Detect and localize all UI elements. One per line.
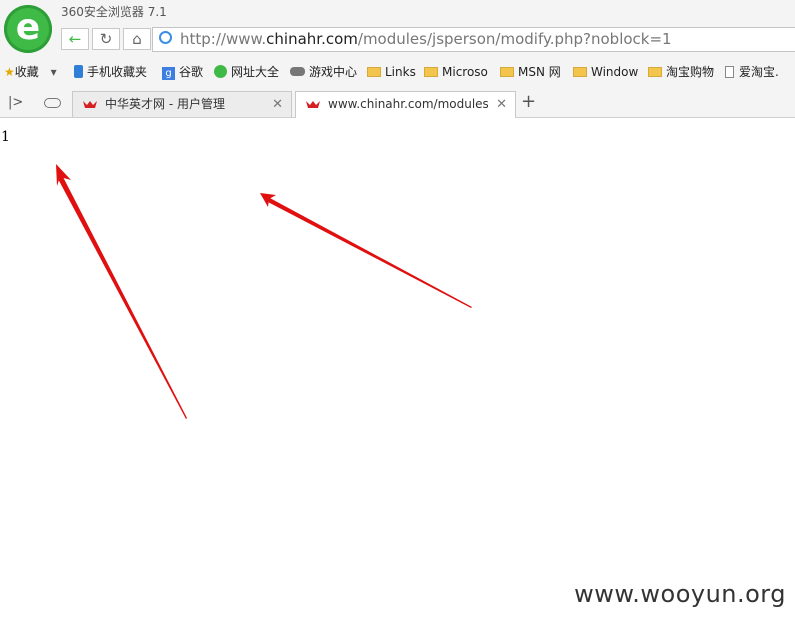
tab-user-management[interactable]: 中华英才网 - 用户管理 ✕ [72,91,292,117]
site-icon [159,31,172,44]
bookmarks-bar: ★收藏 ▾ 手机收藏夹 g 谷歌 网址大全 游戏中心 Links Microso … [0,61,795,83]
star-icon: ★ [4,65,15,79]
bookmark-google[interactable]: g 谷歌 [162,63,203,81]
bookmark-mobile[interactable]: 手机收藏夹 [74,63,147,81]
bookmark-taobao[interactable]: 淘宝购物 [648,63,714,81]
watermark: www.wooyun.org [574,580,786,608]
sidebar-toggle-icon[interactable]: |> [8,95,23,110]
url-text[interactable]: http://www.chinahr.com/modules/jsperson/… [180,30,672,48]
bookmark-microsoft[interactable]: Microso [424,63,488,81]
folder-icon [500,67,514,77]
home-button[interactable]: ⌂ [123,28,151,50]
tab-strip: |> 中华英才网 - 用户管理 ✕ www.chinahr.com/module… [0,89,795,119]
tab-label: 中华英才网 - 用户管理 [105,97,225,111]
bookmark-favorites[interactable]: ★收藏 ▾ [4,63,57,81]
app-title: 360安全浏览器 7.1 [61,5,167,19]
bookmark-games[interactable]: 游戏中心 [290,63,357,81]
bookmark-links[interactable]: Links [367,63,416,81]
new-tab-button[interactable]: + [521,91,536,112]
folder-icon [648,67,662,77]
gamepad-icon [290,67,305,76]
folder-icon [367,67,381,77]
chinahr-favicon-icon [306,101,320,108]
reload-button[interactable]: ↻ [92,28,120,50]
bookmark-sites[interactable]: 网址大全 [214,63,279,81]
chevron-down-icon[interactable]: ▾ [51,65,57,79]
bookmark-aitaobao[interactable]: 爱淘宝. [725,63,779,81]
close-tab-icon[interactable]: ✕ [496,92,507,117]
globe-icon [214,65,227,78]
chinahr-favicon-icon [83,101,97,108]
address-bar[interactable]: http://www.chinahr.com/modules/jsperson/… [152,27,795,52]
back-button[interactable]: ← [61,28,89,50]
close-tab-icon[interactable]: ✕ [272,92,283,117]
browser-logo-icon: e [4,5,52,53]
tab-modify-page[interactable]: www.chinahr.com/modules/js ✕ [295,91,516,119]
page-body-text: 1 [1,129,10,145]
bookmark-msn[interactable]: MSN 网 [500,63,561,81]
page-content: 1 [0,118,795,621]
cloud-icon[interactable] [44,98,61,108]
folder-icon [573,67,587,77]
bookmark-windows[interactable]: Window [573,63,638,81]
phone-icon [74,65,83,78]
browser-chrome: e 360安全浏览器 7.1 ← ↻ ⌂ http://www.chinahr.… [0,0,795,119]
folder-icon [424,67,438,77]
page-icon [725,66,734,78]
google-icon: g [162,67,175,80]
tab-label: www.chinahr.com/modules/js [328,97,488,111]
